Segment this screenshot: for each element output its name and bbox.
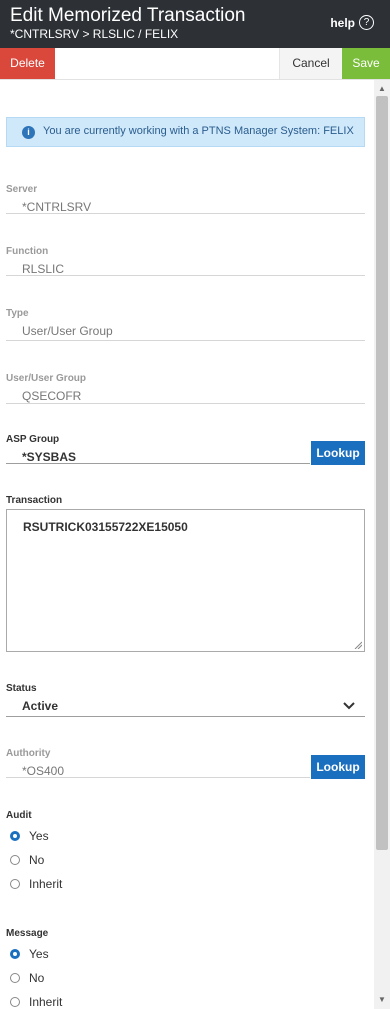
asp-group-lookup-button[interactable]: Lookup [311,441,365,465]
page-header: Edit Memorized Transaction *CNTRLSRV > R… [0,0,390,48]
message-no-label[interactable]: No [29,971,44,985]
message-yes-label[interactable]: Yes [29,947,49,961]
type-underline [6,340,365,341]
resize-grip-icon[interactable] [354,641,362,649]
scrollbar-thumb[interactable] [376,96,388,850]
asp-group-input[interactable]: *SYSBAS [22,450,76,464]
audit-inherit-label[interactable]: Inherit [29,877,62,891]
page-title: Edit Memorized Transaction [10,5,246,26]
user-group-value: QSECOFR [22,389,82,403]
scroll-down-arrow-icon[interactable]: ▼ [374,993,390,1007]
function-label: Function [6,246,49,257]
scroll-up-arrow-icon[interactable]: ▲ [374,82,390,96]
message-label: Message [6,928,49,939]
function-value: RLSLIC [22,262,65,276]
asp-group-underline [6,463,310,464]
breadcrumb: *CNTRLSRV > RLSLIC / FELIX [10,27,179,41]
chevron-down-icon[interactable] [343,702,355,710]
transaction-text: RSUTRICK03155722XE15050 [23,520,188,534]
authority-input[interactable]: *OS400 [22,764,64,778]
info-icon: i [22,126,35,139]
asp-group-label: ASP Group [6,434,60,445]
audit-no-label[interactable]: No [29,853,44,867]
status-underline [6,716,365,717]
message-yes-radio[interactable] [10,949,20,959]
user-group-underline [6,403,365,404]
type-value: User/User Group [22,324,113,338]
status-label: Status [6,683,37,694]
help-link[interactable]: help ? [330,15,374,30]
server-value: *CNTRLSRV [22,200,92,214]
server-underline [6,213,365,214]
info-message: You are currently working with a PTNS Ma… [43,125,354,137]
delete-button[interactable]: Delete [0,48,55,79]
authority-lookup-button[interactable]: Lookup [311,755,365,779]
user-group-label: User/User Group [6,373,87,384]
audit-no-radio[interactable] [10,855,20,865]
transaction-textarea[interactable]: RSUTRICK03155722XE15050 [6,509,365,652]
status-select[interactable]: Active [22,699,58,713]
action-bar: Delete Cancel Save [0,48,390,80]
authority-label: Authority [6,748,51,759]
authority-underline [6,777,310,778]
server-label: Server [6,184,38,195]
audit-yes-label[interactable]: Yes [29,829,49,843]
message-no-radio[interactable] [10,973,20,983]
message-inherit-label[interactable]: Inherit [29,995,62,1009]
help-label: help [330,15,355,30]
message-inherit-radio[interactable] [10,997,20,1007]
save-button[interactable]: Save [342,48,390,79]
transaction-label: Transaction [6,495,63,506]
type-label: Type [6,308,29,319]
audit-yes-radio[interactable] [10,831,20,841]
info-banner: i You are currently working with a PTNS … [6,117,365,147]
help-icon: ? [359,15,374,30]
function-underline [6,275,365,276]
audit-inherit-radio[interactable] [10,879,20,889]
audit-label: Audit [6,810,32,821]
cancel-button[interactable]: Cancel [279,48,342,79]
